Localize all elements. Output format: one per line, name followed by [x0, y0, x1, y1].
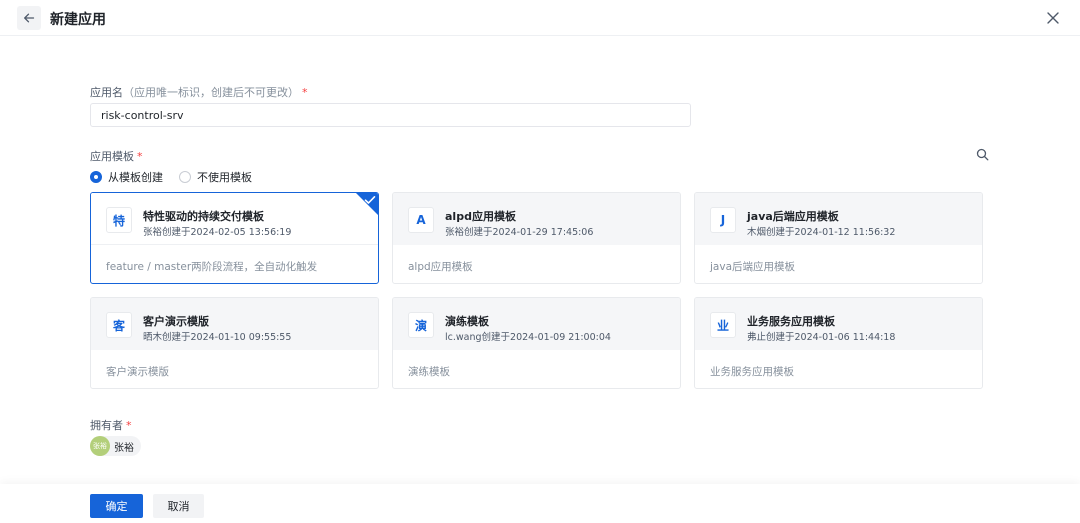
template-name: 业务服务应用模板	[747, 315, 835, 328]
app-name-label-text: 应用名	[90, 86, 123, 99]
template-description: java后端应用模板	[710, 261, 795, 273]
template-avatar: 特	[106, 207, 132, 233]
radio-from-template[interactable]: 从模板创建	[90, 169, 163, 185]
dialog-header: 新建应用	[0, 0, 1080, 36]
template-card[interactable]: A alpd应用模板 张裕创建于2024-01-29 17:45:06 alpd…	[392, 192, 681, 284]
template-name: 客户演示模版	[143, 315, 209, 328]
template-name: 演练模板	[445, 315, 489, 328]
template-card[interactable]: J java后端应用模板 木烟创建于2024-01-12 11:56:32 ja…	[694, 192, 983, 284]
check-icon	[364, 196, 376, 204]
template-avatar: 业	[710, 312, 736, 338]
template-avatar: 客	[106, 312, 132, 338]
template-avatar: A	[408, 207, 434, 233]
required-mark: *	[126, 419, 132, 432]
app-name-hint: （应用唯一标识，创建后不可更改）	[123, 86, 299, 99]
template-meta: lc.wang创建于2024-01-09 21:00:04	[445, 332, 611, 343]
template-name: 特性驱动的持续交付模板	[143, 210, 264, 223]
arrow-left-icon	[24, 13, 35, 23]
close-icon	[1047, 12, 1059, 24]
close-button[interactable]	[1043, 8, 1063, 28]
template-meta: 弗止创建于2024-01-06 11:44:18	[747, 332, 896, 343]
radio-checked-icon	[90, 171, 102, 183]
search-icon	[976, 148, 988, 160]
template-meta: 张裕创建于2024-01-29 17:45:06	[445, 227, 594, 238]
template-card[interactable]: 演 演练模板 lc.wang创建于2024-01-09 21:00:04 演练模…	[392, 297, 681, 389]
required-mark: *	[302, 86, 308, 99]
template-meta: 木烟创建于2024-01-12 11:56:32	[747, 227, 896, 238]
template-search-button[interactable]	[973, 145, 991, 163]
app-name-label: 应用名（应用唯一标识，创建后不可更改） *	[90, 84, 308, 100]
app-name-input[interactable]	[90, 103, 691, 127]
radio-no-template[interactable]: 不使用模板	[179, 169, 252, 185]
owner-name: 张裕	[114, 442, 134, 454]
confirm-button[interactable]: 确定	[90, 494, 143, 518]
template-card[interactable]: 特 特性驱动的持续交付模板 张裕创建于2024-02-05 13:56:19 f…	[90, 192, 379, 284]
radio-label: 不使用模板	[197, 171, 252, 184]
radio-unchecked-icon	[179, 171, 191, 183]
template-label: 应用模板 *	[90, 148, 143, 164]
template-description: alpd应用模板	[408, 261, 473, 273]
template-avatar: 演	[408, 312, 434, 338]
required-mark: *	[137, 150, 143, 163]
owner-chip[interactable]: 张裕 张裕	[90, 436, 141, 456]
template-description: 业务服务应用模板	[710, 366, 794, 378]
cancel-button[interactable]: 取消	[153, 494, 204, 518]
avatar: 张裕	[90, 436, 110, 456]
radio-label: 从模板创建	[108, 171, 163, 184]
owner-label: 拥有者 *	[90, 417, 132, 433]
template-card[interactable]: 客 客户演示模版 晒木创建于2024-01-10 09:55:55 客户演示模版	[90, 297, 379, 389]
template-name: java后端应用模板	[747, 210, 839, 223]
template-avatar: J	[710, 207, 736, 233]
owner-label-text: 拥有者	[90, 419, 123, 432]
template-description: feature / master两阶段流程，全自动化触发	[106, 261, 318, 273]
page-title: 新建应用	[50, 12, 106, 28]
template-description: 演练模板	[408, 366, 450, 378]
template-meta: 晒木创建于2024-01-10 09:55:55	[143, 332, 292, 343]
back-button[interactable]	[17, 6, 41, 30]
template-meta: 张裕创建于2024-02-05 13:56:19	[143, 227, 292, 238]
template-label-text: 应用模板	[90, 150, 134, 163]
template-description: 客户演示模版	[106, 366, 169, 378]
template-name: alpd应用模板	[445, 210, 516, 223]
template-mode-radio-group: 从模板创建 不使用模板	[90, 170, 268, 184]
template-card[interactable]: 业 业务服务应用模板 弗止创建于2024-01-06 11:44:18 业务服务…	[694, 297, 983, 389]
